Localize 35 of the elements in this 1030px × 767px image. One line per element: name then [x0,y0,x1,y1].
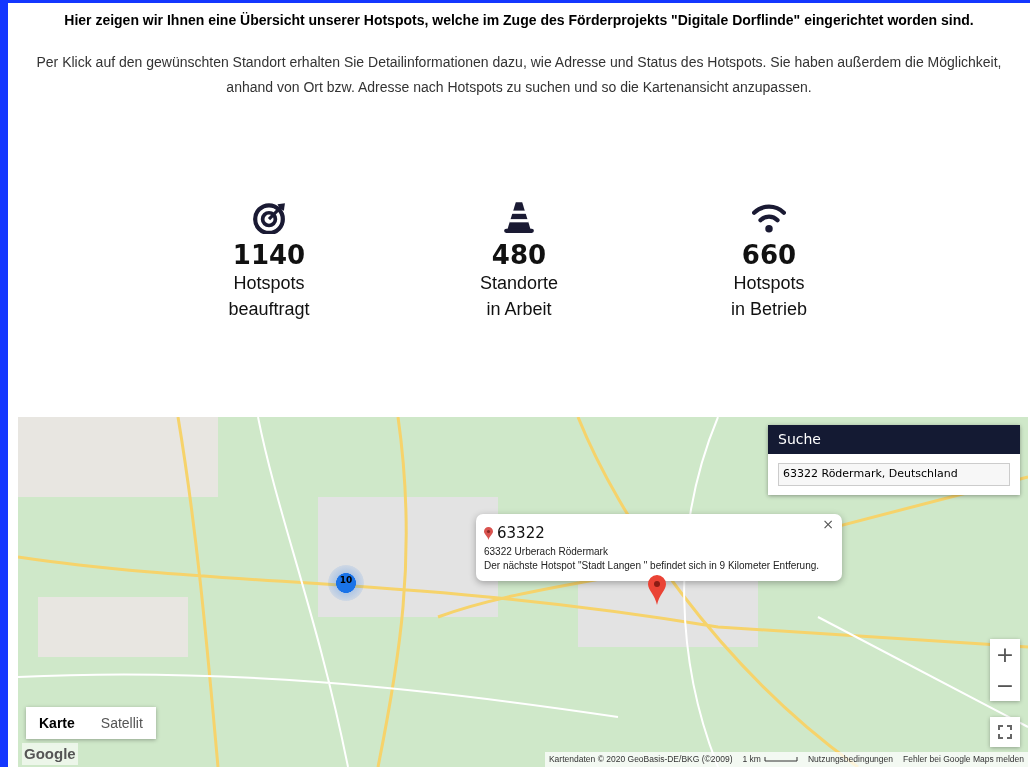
intro-heading: Hier zeigen wir Ihnen eine Übersicht unserer Hotspots, welche im Zuge des Förderprojekts "Digitale Dorflinde" eingerichtet worden sind. [63,11,975,30]
stat-value: 480 [490,240,548,270]
search-field[interactable]: 63322 Rödermark, Deutschland [778,463,1010,486]
stat-label: in Arbeit [485,298,553,321]
zoom-in-button[interactable]: + [990,639,1020,670]
cluster-marker[interactable] [328,565,364,601]
stat-value: 660 [740,240,798,270]
report-link[interactable]: Fehler bei Google Maps melden [903,753,1024,766]
map-marker-icon[interactable] [648,575,666,605]
scale-label: 1 km [742,753,761,766]
map-logo: Google [22,742,78,765]
close-button[interactable]: × [820,514,836,535]
scale-bar [763,757,798,763]
stat-value: 1140 [231,240,307,270]
stat-label: beauftragt [227,298,311,321]
popup-title: 63322 [497,523,545,544]
stat-label: Hotspots [232,272,306,295]
attribution-text: Kartendaten © 2020 GeoBasis-DE/BKG (©2009) [548,753,733,766]
zoom-out-button[interactable]: − [990,670,1020,701]
target-icon [252,200,286,234]
location-pin-icon [484,526,493,540]
traffic-cone-icon [502,200,536,234]
popup-text: Der nächste Hotspot "Stadt Langen " befindet sich in 9 Kilometer Entferung. [484,558,821,573]
terms-link[interactable]: Nutzungsbedingungen [807,753,894,766]
map-type-tab[interactable]: Karte [26,707,88,739]
fullscreen-icon [998,725,1012,739]
cluster-count: 10 [338,574,354,587]
fullscreen-button[interactable] [990,717,1020,747]
stat-label: in Betrieb [729,298,808,321]
stat-label: Hotspots [732,272,806,295]
popup-address: 63322 Urberach Rödermark [484,544,609,559]
stat-label: Standorte [478,272,560,295]
search-title: Suche [768,425,1020,454]
intro-paragraph: Per Klick auf den gewünschten Standort erhalten Sie Detailinformationen dazu, wie Adresse und Status des Hotspots. Sie haben außerdem die Möglichkeit, anhand von Ort bzw. Adresse nach Hotspots zu suchen und so die Kartenansicht anzupassen. [35,53,1003,97]
map-type-tab[interactable]: Satellit [87,707,156,739]
